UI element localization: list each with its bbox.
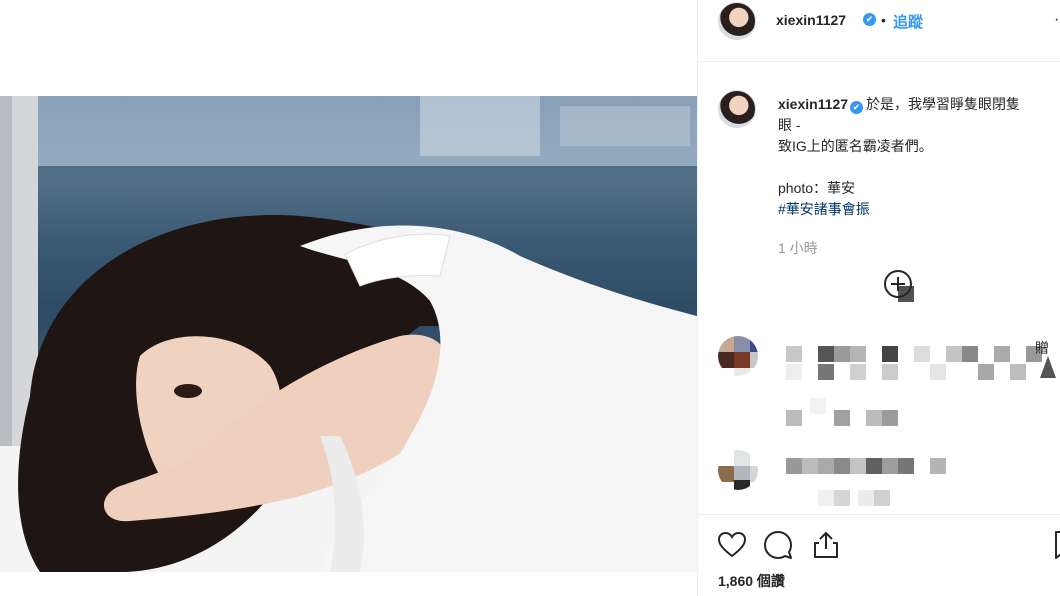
post-side-panel: xiexin1127 ✔ • 追蹤 · xiexin1127 ✔ 於是，我學習睜隻眼… [697,0,1060,596]
caption-avatar[interactable] [718,90,756,128]
header-separator: • [881,12,886,28]
share-button[interactable] [810,529,842,561]
caption-first-line: xiexin1127 ✔ 於是，我學習睜隻眼閉隻 [778,94,1060,115]
author-username[interactable]: xiexin1127 [776,12,846,28]
more-options-icon[interactable]: · [1054,11,1059,29]
caption-hashtag[interactable]: #華安諸事會振 [778,199,1060,220]
load-more-comments-button[interactable] [884,270,914,302]
plus-circle-icon [898,286,914,302]
post-actions-bar: 1,860 個讚 [698,514,1060,596]
comment-reply-arrow-icon [1040,356,1056,378]
follow-button[interactable]: 追蹤 [893,11,923,32]
caption-text-line-3: 致IG上的匿名霸凌者們。 [778,138,933,154]
caption-text-line-1: 於是，我學習睜隻眼閉隻 [866,96,1021,112]
comment-avatar[interactable] [718,450,758,490]
save-button[interactable] [1050,529,1060,561]
verified-badge-icon: ✔ [850,101,864,114]
post-media-area [0,0,697,596]
post-photo[interactable] [0,96,697,572]
comment-button[interactable] [762,529,794,561]
comment-icon [764,531,792,559]
share-icon [814,532,838,558]
author-avatar[interactable] [718,2,756,40]
comment-avatar[interactable] [718,336,758,376]
caption-photo-credit: photo：華安 [778,180,856,196]
post-timestamp: 1 小時 [778,240,818,256]
heart-icon [717,531,747,558]
caption-username[interactable]: xiexin1127 [778,96,848,112]
post-header: xiexin1127 ✔ • 追蹤 · [698,0,1060,62]
post-caption: xiexin1127 ✔ 於是，我學習睜隻眼閉隻 眼 - 致IG上的匿名霸凌者們。 … [778,94,1060,220]
post-photo-illustration [0,96,697,572]
comment-partial-text: 贈 [1035,340,1049,356]
likes-count[interactable]: 1,860 個讚 [718,571,785,591]
like-button[interactable] [716,529,748,561]
bookmark-icon [1055,531,1060,559]
verified-badge-icon: ✔ [863,13,876,26]
caption-text-line-2: 眼 - [778,117,801,133]
